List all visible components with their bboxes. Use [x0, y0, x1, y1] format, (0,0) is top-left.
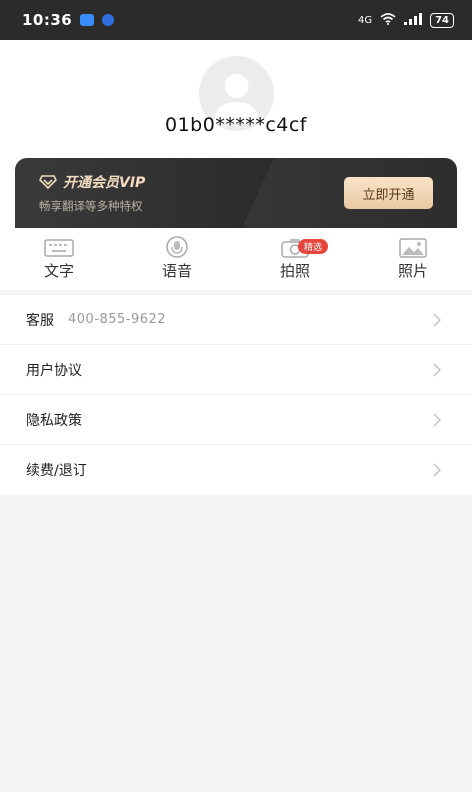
user-id: 01b0*****c4cf: [165, 114, 307, 136]
chevron-right-icon: [433, 313, 442, 327]
feature-label: 拍照: [279, 262, 310, 280]
network-type: 4G: [357, 14, 373, 26]
menu-item-privacy-policy[interactable]: 隐私政策: [0, 395, 472, 445]
settings-menu: 客服 400-855-9622 用户协议 隐私政策 续费/退订: [0, 295, 472, 495]
menu-item-renew-unsubscribe[interactable]: 续费/退订: [0, 445, 472, 495]
wifi-icon: [380, 12, 396, 28]
vip-card[interactable]: 开通会员VIP 畅享翻译等多种特权 立即开通: [15, 158, 457, 228]
chevron-right-icon: [433, 413, 442, 427]
featured-badge: 精选: [298, 239, 329, 254]
menu-label: 用户协议: [26, 362, 82, 379]
feature-label: 语音: [161, 262, 192, 280]
customer-service-phone: 400-855-9622: [68, 312, 167, 327]
status-right: 4G 74: [357, 12, 454, 28]
menu-label: 隐私政策: [26, 412, 82, 429]
feature-label: 照片: [397, 262, 428, 280]
activate-vip-button[interactable]: 立即开通: [344, 177, 433, 209]
chevron-right-icon: [433, 463, 442, 477]
feature-row: 文字 语音 精选 拍照 照片: [0, 230, 472, 285]
menu-item-customer-service[interactable]: 客服 400-855-9622: [0, 295, 472, 345]
vip-title-text: 开通会员VIP: [63, 175, 146, 191]
menu-label: 续费/退订: [26, 463, 87, 479]
feature-image[interactable]: 照片: [354, 230, 472, 285]
menu-item-user-agreement[interactable]: 用户协议: [0, 345, 472, 395]
chevron-right-icon: [433, 363, 442, 377]
profile-panel: 01b0*****c4cf 开通会员VIP 畅享翻译等多种特权 立即开通 文字 …: [0, 40, 472, 290]
keyboard-icon: [44, 236, 74, 258]
diamond-icon: [39, 175, 57, 189]
microphone-icon: [166, 236, 188, 258]
vip-title: 开通会员VIP: [39, 172, 145, 192]
status-time: 10:36: [22, 11, 73, 29]
image-icon: [399, 236, 427, 258]
feature-photo-capture[interactable]: 精选 拍照: [236, 230, 354, 285]
status-bar: 10:36 4G 74: [0, 0, 472, 40]
vip-subtitle: 畅享翻译等多种特权: [39, 199, 143, 213]
signal-icon: [404, 12, 423, 28]
feature-label: 文字: [43, 262, 74, 280]
battery-indicator: 74: [430, 12, 454, 28]
location-app-icon: [102, 14, 115, 26]
menu-label: 客服: [26, 312, 54, 329]
feature-voice[interactable]: 语音: [118, 230, 236, 285]
feature-text[interactable]: 文字: [0, 230, 118, 285]
message-app-icon: [80, 14, 95, 26]
